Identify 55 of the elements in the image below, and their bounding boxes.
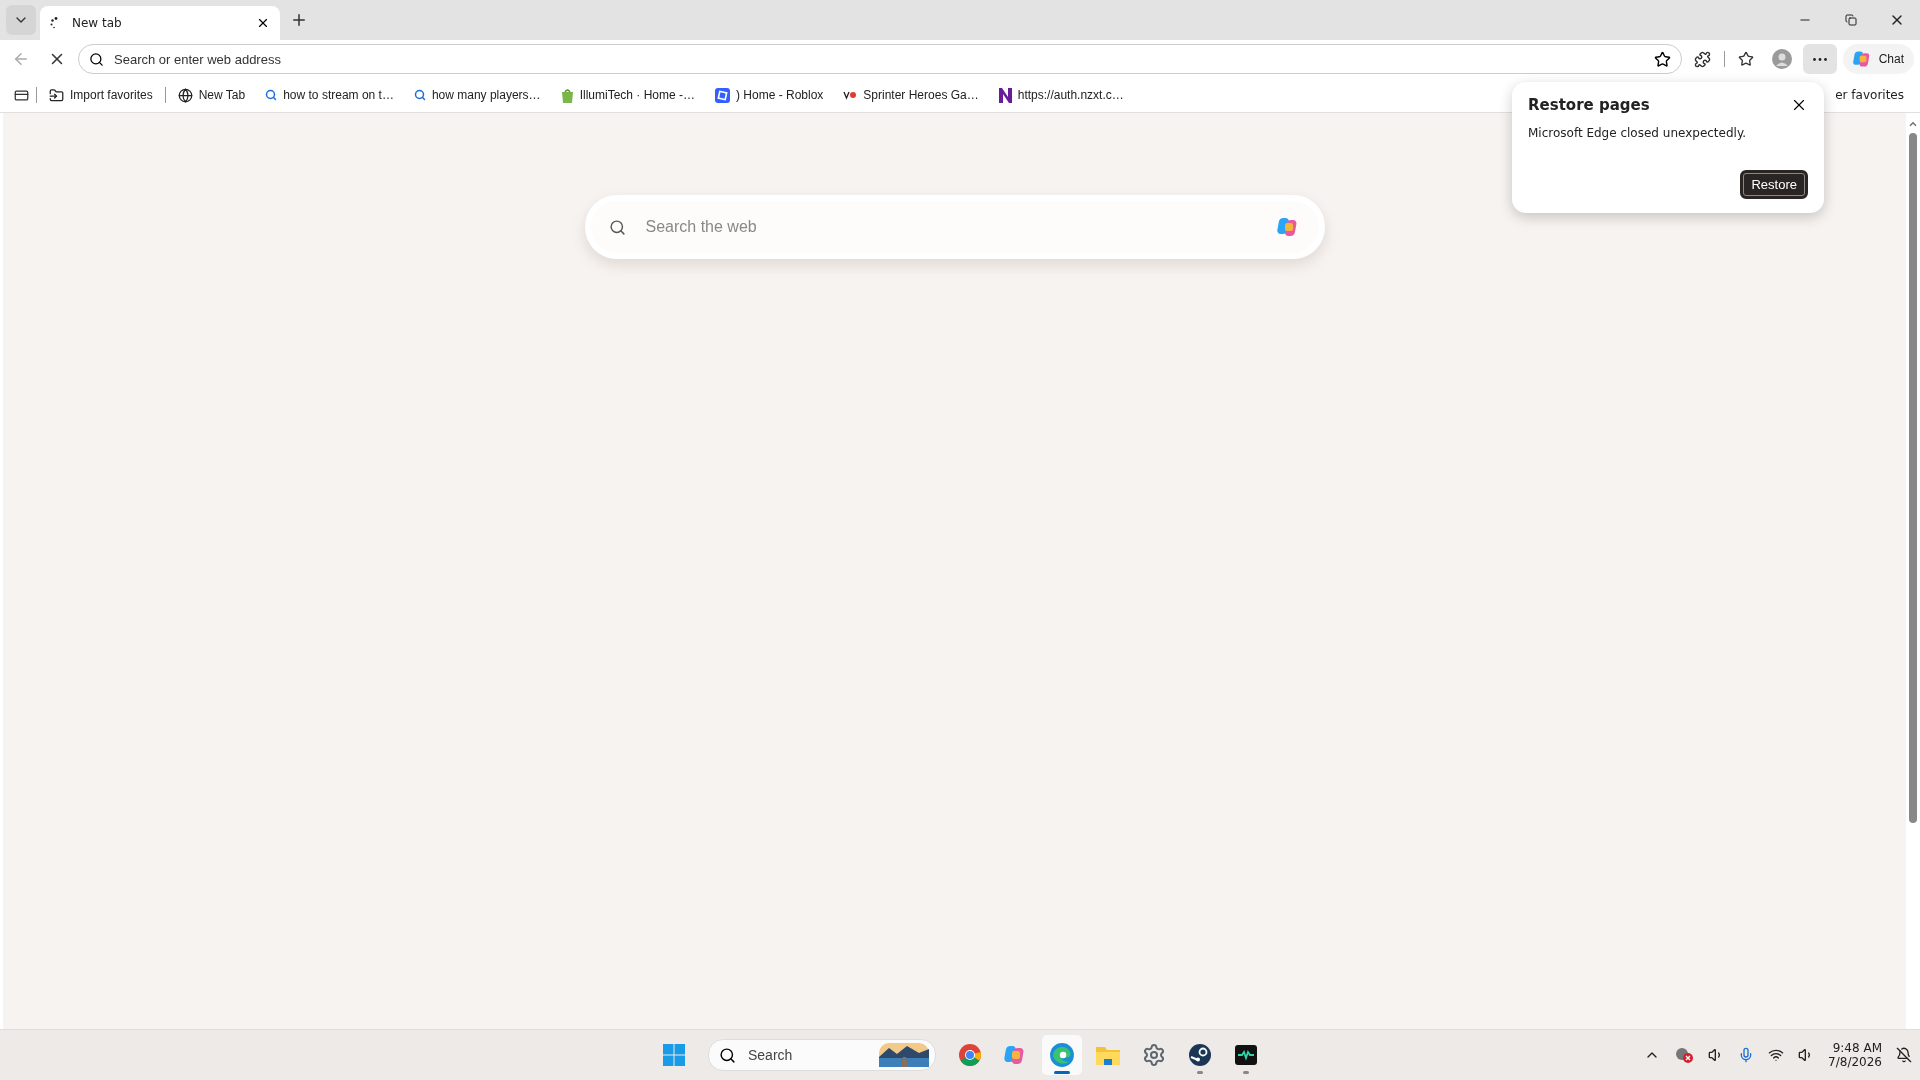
search-icon xyxy=(719,1046,736,1064)
search-icon xyxy=(608,218,626,236)
plus-icon xyxy=(290,11,308,29)
tab-list-button[interactable] xyxy=(6,5,36,35)
more-icon xyxy=(1812,57,1827,61)
favorite-link[interactable]: New Tab xyxy=(169,83,254,107)
popup-message: Microsoft Edge closed unexpectedly. xyxy=(1528,126,1748,140)
import-icon xyxy=(49,87,64,103)
favorite-link[interactable]: how to stream on t… xyxy=(257,84,402,106)
favorite-link[interactable]: ) Home - Roblox xyxy=(707,83,832,107)
avatar-icon xyxy=(1771,49,1792,69)
globe-icon xyxy=(177,87,193,103)
scroll-up-icon[interactable] xyxy=(1908,119,1918,129)
more-options-button[interactable] xyxy=(1802,44,1837,74)
notifications-icon[interactable] xyxy=(1896,1047,1912,1063)
search-icon xyxy=(265,89,278,101)
popup-title: Restore pages xyxy=(1528,96,1650,114)
search-icon xyxy=(89,51,104,67)
edge-icon xyxy=(1049,1042,1075,1068)
address-input[interactable]: Search or enter web address xyxy=(112,50,1646,68)
steam-icon xyxy=(1188,1043,1212,1067)
favorite-link[interactable]: https://auth.nzxt.c… xyxy=(990,83,1132,107)
search-icon xyxy=(413,89,426,101)
taskbar-search-input[interactable]: Search xyxy=(746,1046,869,1064)
shopping-bag-icon xyxy=(560,87,574,103)
web-search-input[interactable]: Search the web xyxy=(643,217,1259,237)
taskbar-search-field[interactable]: Search xyxy=(708,1039,936,1071)
waveform-icon xyxy=(1234,1043,1258,1067)
favorite-link[interactable]: Import favorites xyxy=(41,83,161,107)
favorite-link[interactable]: IllumiTech · Home -… xyxy=(552,83,703,107)
n-logo-icon xyxy=(998,87,1012,103)
other-favorites-link[interactable]: er favorites xyxy=(1835,88,1910,102)
tab-title: New tab xyxy=(72,16,123,30)
cloud-error-icon[interactable] xyxy=(1674,1046,1695,1064)
settings-icon xyxy=(1142,1043,1166,1067)
folder-icon xyxy=(1095,1044,1121,1066)
square-logo-icon xyxy=(715,87,730,103)
windows-logo-icon xyxy=(662,1043,686,1067)
wifi-icon[interactable] xyxy=(1768,1047,1785,1063)
restore-button[interactable]: Restore xyxy=(1740,170,1808,199)
scrollbar-thumb[interactable] xyxy=(1909,133,1917,823)
puzzle-icon xyxy=(1694,50,1712,68)
favorite-link[interactable]: how many players… xyxy=(405,84,549,106)
vs-logo-icon xyxy=(843,90,858,100)
browser-tab[interactable]: New tab xyxy=(40,6,280,40)
star-list-icon xyxy=(1737,51,1754,67)
web-search-field[interactable]: Search the web xyxy=(584,195,1325,259)
restore-window-icon xyxy=(1845,14,1857,26)
favorite-link[interactable]: Sprinter Heroes Ga… xyxy=(835,84,987,106)
chrome-icon xyxy=(958,1043,982,1067)
favorite-star-icon[interactable] xyxy=(1653,50,1671,68)
chat-button[interactable]: Chat xyxy=(1842,44,1914,74)
close-tab-icon[interactable] xyxy=(256,16,270,30)
collections-icon xyxy=(13,87,29,103)
clock[interactable]: 9:48 AM 7/8/2026 xyxy=(1828,1041,1882,1069)
